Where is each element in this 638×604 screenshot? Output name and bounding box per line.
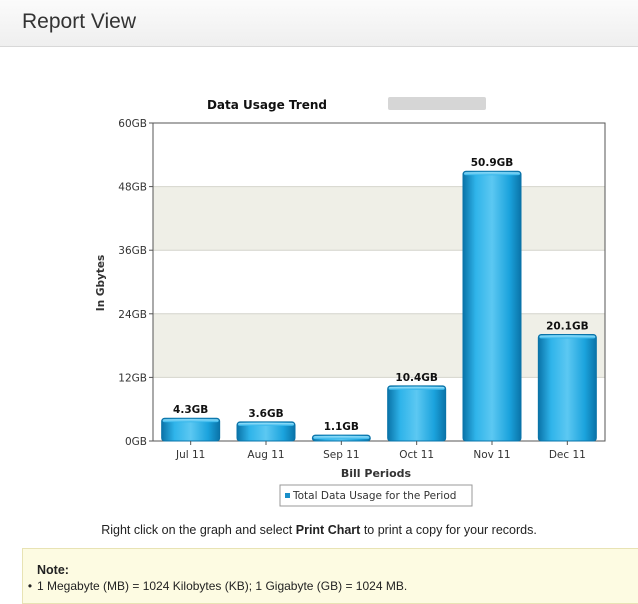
page-header: Report View [0, 0, 638, 47]
redacted-account-block [388, 97, 486, 110]
bar-group[interactable]: 50.9GB [462, 157, 522, 442]
y-tick-label: 48GB [118, 182, 147, 194]
grid-band [153, 123, 605, 187]
print-instruction-prefix: Right click on the graph and select [101, 523, 296, 537]
bar-highlight [313, 436, 370, 440]
x-tick-label: Aug 11 [247, 449, 284, 461]
chart-title: Data Usage Trend [207, 98, 327, 112]
legend-label: Total Data Usage for the Period [292, 490, 456, 502]
x-tick-label: Dec 11 [549, 449, 586, 461]
note-box: Note: • 1 Megabyte (MB) = 1024 Kilobytes … [22, 548, 638, 604]
data-label: 20.1GB [546, 320, 589, 332]
page-title: Report View [22, 10, 137, 33]
print-instruction-suffix: to print a copy for your records. [360, 523, 537, 537]
grid-band [153, 250, 605, 314]
x-tick-label: Sep 11 [323, 449, 360, 461]
bar-highlight [388, 386, 445, 390]
bar-highlight [464, 172, 520, 176]
grid-band [153, 313, 605, 378]
data-label: 3.6GB [248, 408, 283, 420]
data-label: 4.3GB [173, 404, 208, 416]
y-tick-label: 24GB [118, 309, 147, 321]
chart-legend[interactable]: Total Data Usage for the Period [279, 484, 473, 507]
note-list-item: • 1 Megabyte (MB) = 1024 Kilobytes (KB); … [23, 579, 407, 593]
data-label: 50.9GB [471, 157, 514, 169]
print-instruction: Right click on the graph and select Prin… [0, 523, 638, 537]
data-label: 10.4GB [395, 372, 438, 384]
print-chart-label: Print Chart [295, 523, 361, 537]
y-tick-label: 36GB [118, 245, 147, 257]
note-text: 1 Megabyte (MB) = 1024 Kilobytes (KB); 1… [37, 579, 408, 593]
data-usage-chart[interactable]: 0GB 12GB 24GB 36GB 48GB 60GB 4.3GB 3.6GB 1.1GB 1… [0, 90, 638, 520]
data-label: 1.1GB [324, 421, 359, 433]
bar-highlight [162, 419, 219, 423]
x-axis-label: Bill Periods [341, 467, 412, 480]
legend-marker [285, 493, 290, 498]
y-tick-label: 60GB [118, 118, 147, 130]
x-tick-label: Nov 11 [473, 449, 510, 461]
bar[interactable] [537, 333, 597, 442]
x-tick-label: Jul 11 [175, 449, 205, 461]
bar[interactable] [462, 170, 522, 442]
y-axis-label: In Gbytes [95, 255, 107, 311]
bar-highlight [539, 335, 596, 339]
grid-band [153, 377, 605, 441]
bar-group[interactable]: 10.4GB [387, 372, 447, 442]
note-title: Note: [37, 563, 69, 577]
bar-group[interactable]: 20.1GB [537, 320, 597, 442]
bar-highlight [238, 422, 294, 426]
x-tick-label: Oct 11 [399, 449, 434, 461]
y-tick-label: 12GB [118, 372, 147, 384]
y-tick-label: 0GB [125, 436, 147, 448]
bar[interactable] [387, 385, 447, 442]
bullet-icon: • [27, 579, 33, 593]
grid-band [153, 186, 605, 251]
